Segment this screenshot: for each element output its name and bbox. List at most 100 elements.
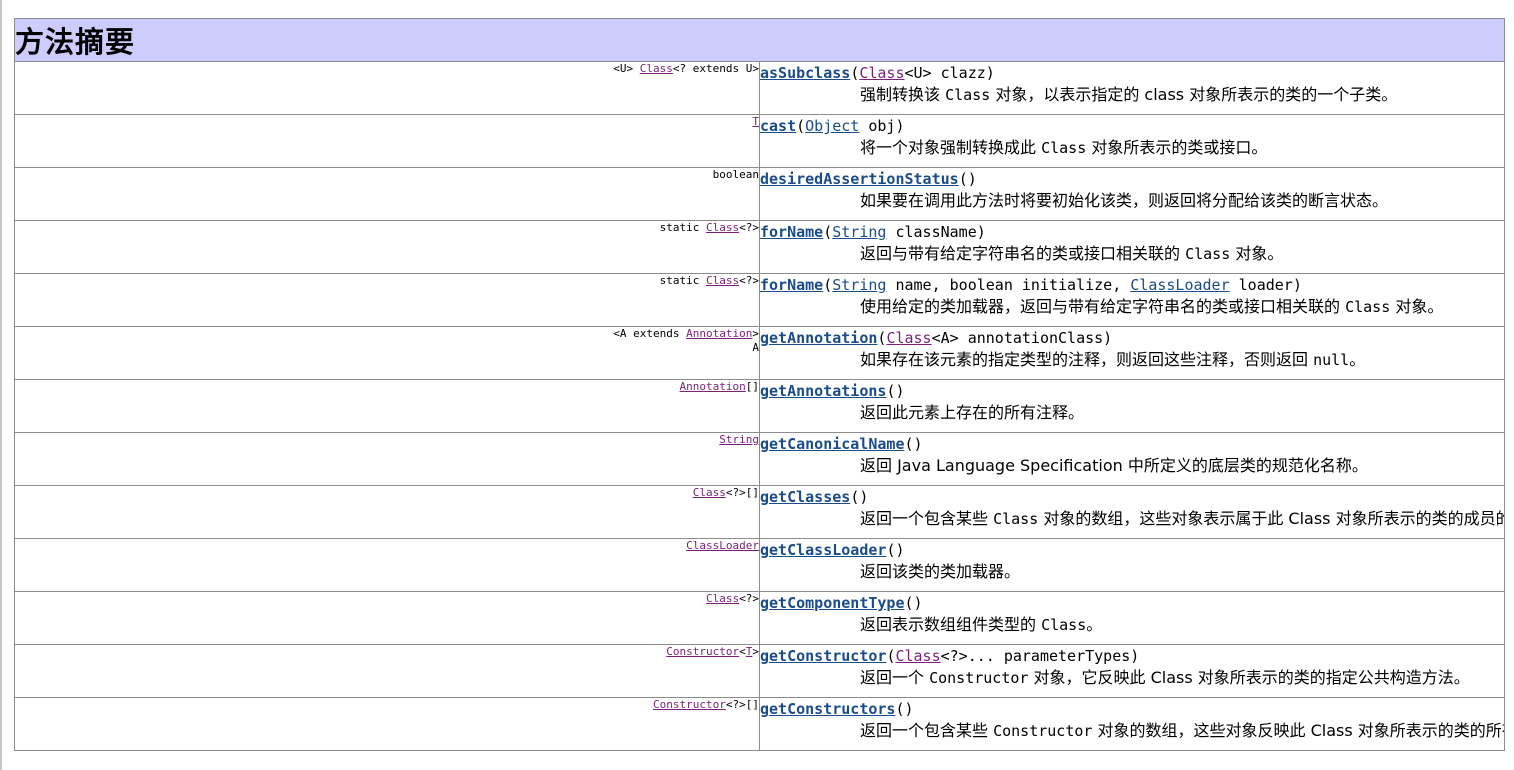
return-type-link[interactable]: Annotation: [686, 328, 752, 341]
method-name-link[interactable]: getClasses: [761, 488, 851, 506]
param-type-link[interactable]: String: [832, 223, 886, 241]
param-rest: obj): [859, 117, 905, 135]
description-code: Class: [1041, 139, 1087, 157]
return-type-link[interactable]: Annotation: [680, 381, 746, 394]
return-type-cell: <A extends Annotation> A: [14, 326, 760, 380]
method-signature: desiredAssertionStatus(): [761, 169, 1504, 191]
return-type-link[interactable]: String: [719, 434, 758, 447]
return-type-cell: String: [14, 432, 760, 486]
window-left-edge: [0, 0, 2, 770]
method-description: 返回此元素上存在的所有注释。: [761, 402, 1504, 424]
return-type-cell: <U> Class<? extends U>: [14, 61, 760, 115]
method-description: 返回一个 Constructor 对象，它反映此 Class 对象所表示的类的指…: [761, 667, 1504, 689]
param-type-link[interactable]: Class: [895, 647, 940, 665]
param-type-link[interactable]: Class: [859, 64, 904, 82]
return-type-link[interactable]: Constructor: [666, 646, 739, 659]
param-open: (): [886, 382, 905, 400]
param-type-link-2[interactable]: ClassLoader: [1130, 276, 1229, 294]
param-open: (: [850, 64, 860, 82]
method-name-link[interactable]: asSubclass: [761, 64, 851, 82]
return-type-cell: static Class<?>: [14, 220, 760, 274]
method-name-link[interactable]: getCanonicalName: [761, 435, 905, 453]
return-type-link[interactable]: Class: [706, 593, 739, 606]
method-description: 如果存在该元素的指定类型的注释，则返回这些注释，否则返回 null。: [761, 349, 1504, 371]
method-row: <U> Class<? extends U> asSubclass(Class<U…: [14, 61, 1505, 115]
param-rest: <?>... parameterTypes): [940, 647, 1140, 665]
return-type-suffix: <: [739, 645, 746, 659]
method-detail-cell: forName(String name, boolean initialize,…: [759, 273, 1505, 327]
method-description: 返回该类的类加载器。: [761, 561, 1504, 583]
method-name-link[interactable]: forName: [761, 223, 824, 241]
method-name-link[interactable]: forName: [761, 276, 824, 294]
return-type-link[interactable]: ClassLoader: [686, 540, 758, 553]
method-name-link[interactable]: desiredAssertionStatus: [761, 170, 959, 188]
description-text: 返回该类的类加载器。: [860, 562, 1021, 581]
param-open: (): [895, 700, 914, 718]
method-signature: cast(Object obj): [761, 116, 1504, 138]
param-rest: name, boolean initialize,: [886, 276, 1131, 294]
method-signature: getClasses(): [761, 487, 1504, 509]
method-signature: getClassLoader(): [761, 540, 1504, 562]
method-signature: getAnnotation(Class<A> annotationClass): [761, 328, 1504, 350]
return-type-link[interactable]: Class: [706, 275, 739, 288]
return-type-link[interactable]: Class: [693, 487, 726, 500]
return-type-link[interactable]: Constructor: [653, 699, 726, 712]
return-type-cell: Class<?>: [14, 591, 760, 645]
method-name-link[interactable]: getConstructors: [761, 700, 896, 718]
description-text: 返回一个包含某些: [860, 509, 994, 528]
return-type-cell: boolean: [14, 167, 760, 221]
description-text: 返回 Java Language Specification 中所定义的底层类的…: [860, 456, 1368, 475]
summary-header-cell: 方法摘要: [14, 18, 1505, 62]
param-type-link[interactable]: Object: [805, 117, 859, 135]
method-name-link[interactable]: getClassLoader: [761, 541, 887, 559]
method-name-link[interactable]: getAnnotations: [761, 382, 887, 400]
description-text-2: 对象，它反映此 Class 对象所表示的类的指定公共构造方法。: [1028, 668, 1470, 687]
return-type-prefix: <U>: [613, 62, 640, 76]
method-detail-cell: getConstructors() 返回一个包含某些 Constructor 对象…: [759, 697, 1505, 751]
return-type-suffix: >: [752, 327, 759, 341]
return-type-cell: Constructor<T>: [14, 644, 760, 698]
description-code: Constructor: [929, 669, 1029, 687]
method-signature: getConstructors(): [761, 699, 1504, 721]
method-row: Tcast(Object obj) 将一个对象强制转换成此 Class 对象所表示…: [14, 114, 1505, 168]
description-code: Constructor: [993, 722, 1093, 740]
method-detail-cell: getClasses() 返回一个包含某些 Class 对象的数组，这些对象表示属…: [759, 485, 1505, 539]
return-type-suffix: <? extends U>: [672, 62, 759, 76]
method-summary-table: 方法摘要 <U> Class<? extends U> asSubclass(Cl…: [14, 18, 1505, 751]
description-code: Class: [993, 510, 1039, 528]
method-name-link[interactable]: getConstructor: [761, 647, 887, 665]
method-row: Constructor<T> getConstructor(Class<?>...…: [14, 644, 1505, 698]
method-description: 将一个对象强制转换成此 Class 对象所表示的类或接口。: [761, 137, 1504, 159]
param-type-link[interactable]: Class: [886, 329, 931, 347]
method-name-link[interactable]: getComponentType: [761, 594, 905, 612]
return-type-prefix: boolean: [712, 168, 759, 182]
description-text: 强制转换该: [860, 85, 946, 104]
description-text: 如果存在该元素的指定类型的注释，则返回这些注释，否则返回: [860, 350, 1314, 369]
param-type-link[interactable]: String: [832, 276, 886, 294]
return-type-line2: A: [752, 341, 759, 354]
return-type-prefix: <A extends: [613, 327, 687, 341]
method-row: Annotation[] getAnnotations() 返回此元素上存在的所有注…: [14, 379, 1505, 433]
return-type-suffix-2: >: [752, 645, 759, 659]
method-row: boolean desiredAssertionStatus() 如果要在调用此方法…: [14, 167, 1505, 221]
return-type-suffix: <?>[]: [725, 486, 759, 500]
return-type-link[interactable]: T: [752, 116, 758, 129]
return-type-link[interactable]: Class: [640, 63, 673, 76]
method-description: 返回与带有给定字符串名的类或接口相关联的 Class 对象。: [761, 243, 1504, 265]
method-row: Class<?> getComponentType() 返回表示数组组件类型的 Cl…: [14, 591, 1505, 645]
return-type-link[interactable]: Class: [706, 222, 739, 235]
description-text: 将一个对象强制转换成此: [860, 138, 1042, 157]
method-description: 返回 Java Language Specification 中所定义的底层类的…: [761, 455, 1504, 477]
method-detail-cell: getAnnotation(Class<A> annotationClass) 如…: [759, 326, 1505, 380]
return-type-prefix: static: [659, 274, 706, 288]
param-open: (: [796, 117, 806, 135]
method-row: static Class<?> forName(String name, bool…: [14, 273, 1505, 327]
method-name-link[interactable]: getAnnotation: [761, 329, 878, 347]
method-detail-cell: getClassLoader() 返回该类的类加载器。: [759, 538, 1505, 592]
method-detail-cell: cast(Object obj) 将一个对象强制转换成此 Class 对象所表示的…: [759, 114, 1505, 168]
param-open: (: [823, 223, 833, 241]
description-text: 如果要在调用此方法时将要初始化该类，则返回将分配给该类的断言状态。: [860, 191, 1389, 210]
return-type-cell: T: [14, 114, 760, 168]
method-name-link[interactable]: cast: [761, 117, 797, 135]
return-type-cell: ClassLoader: [14, 538, 760, 592]
